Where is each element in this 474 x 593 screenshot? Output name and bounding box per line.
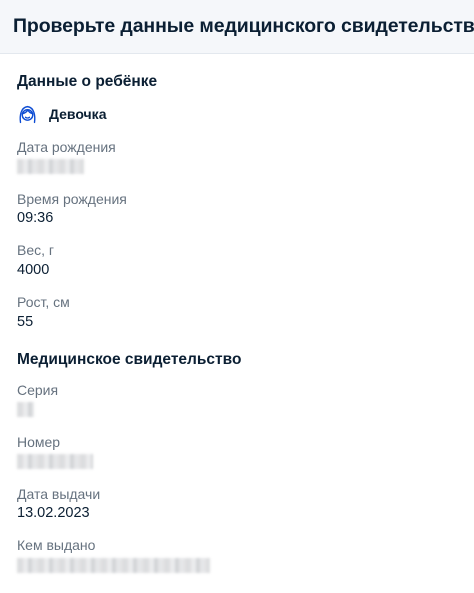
issued-by-value-redacted	[17, 558, 210, 573]
birth-date-value-redacted	[17, 159, 84, 174]
height-value: 55	[17, 314, 34, 330]
number-value-redacted	[17, 454, 93, 469]
issue-date-label: Дата выдачи	[17, 486, 101, 502]
child-gender: Девочка	[49, 106, 107, 122]
page-title: Проверьте данные медицинского свидетельс…	[13, 15, 474, 37]
issued-by-label: Кем выдано	[17, 537, 96, 553]
issue-date-value: 13.02.2023	[17, 505, 90, 521]
child-section-title: Данные о ребёнке	[17, 73, 158, 90]
page-header: Проверьте данные медицинского свидетельс…	[0, 0, 474, 54]
height-label: Рост, см	[17, 294, 70, 310]
birth-date-label: Дата рождения	[17, 139, 116, 155]
weight-value: 4000	[17, 262, 50, 278]
number-label: Номер	[17, 434, 61, 450]
girl-avatar-icon	[19, 105, 36, 124]
weight-label: Вес, г	[17, 242, 55, 258]
series-value-redacted	[17, 402, 34, 417]
birth-time-label: Время рождения	[17, 191, 127, 207]
certificate-section-title: Медицинское свидетельство	[17, 351, 242, 368]
birth-time-value: 09:36	[17, 210, 54, 226]
series-label: Серия	[17, 382, 59, 398]
